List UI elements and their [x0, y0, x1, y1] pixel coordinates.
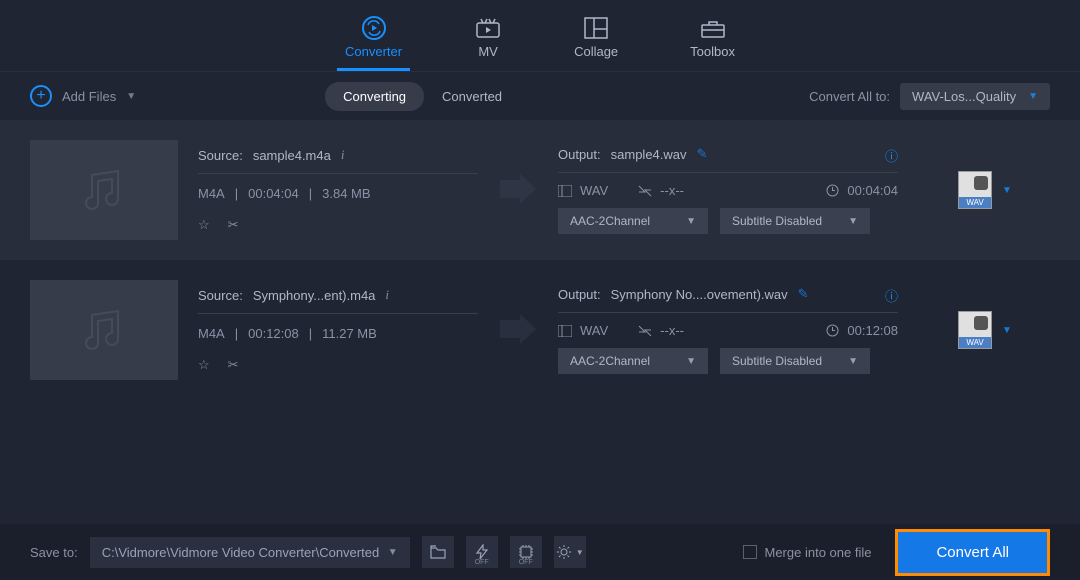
- tab-mv[interactable]: MV: [474, 16, 502, 71]
- tab-label: MV: [478, 44, 498, 59]
- subtab-converted[interactable]: Converted: [424, 82, 520, 111]
- tab-label: Converter: [345, 44, 402, 59]
- output-column: ⓘ Output: sample4.wav ✎ WAV --x-- 00:04:…: [558, 146, 898, 234]
- chevron-down-icon: ▼: [1002, 185, 1012, 196]
- format-select-label: WAV-Los...Quality: [912, 89, 1016, 104]
- merge-checkbox[interactable]: Merge into one file: [743, 545, 872, 560]
- save-to-label: Save to:: [30, 545, 78, 560]
- gpu-button[interactable]: OFF: [510, 536, 542, 568]
- sub-bar: + Add Files ▼ Converting Converted Conve…: [0, 72, 1080, 120]
- output-duration: 00:12:08: [847, 323, 898, 338]
- edit-icon[interactable]: ✎: [798, 286, 809, 302]
- info-icon[interactable]: ⓘ: [885, 286, 898, 305]
- collage-icon: [582, 16, 610, 40]
- convert-all-button[interactable]: Convert All: [895, 529, 1050, 576]
- tab-converter[interactable]: Converter: [345, 16, 402, 71]
- add-files-button[interactable]: + Add Files ▼: [30, 85, 136, 107]
- plus-icon: +: [30, 85, 52, 107]
- output-column: ⓘ Output: Symphony No....ovement).wav ✎ …: [558, 286, 898, 374]
- scissors-icon[interactable]: ✂: [228, 217, 239, 233]
- arrow-icon: [498, 174, 538, 207]
- speed-button[interactable]: OFF: [466, 536, 498, 568]
- file-item: Source: sample4.m4a i M4A| 00:04:04| 3.8…: [0, 120, 1080, 260]
- source-duration: 00:04:04: [248, 186, 299, 201]
- convert-all-to: Convert All to: WAV-Los...Quality ▼: [809, 83, 1050, 110]
- source-column: Source: Symphony...ent).m4a i M4A| 00:12…: [198, 287, 478, 373]
- output-resolution: --x--: [660, 183, 684, 198]
- merge-label: Merge into one file: [765, 545, 872, 560]
- info-icon[interactable]: i: [385, 287, 389, 303]
- info-icon[interactable]: ⓘ: [885, 146, 898, 165]
- edit-icon[interactable]: ✎: [697, 146, 708, 162]
- toolbox-icon: [699, 16, 727, 40]
- source-duration: 00:12:08: [248, 326, 299, 341]
- info-icon[interactable]: i: [341, 147, 345, 163]
- thumbnail[interactable]: [30, 280, 178, 380]
- source-column: Source: sample4.m4a i M4A| 00:04:04| 3.8…: [198, 147, 478, 233]
- file-item: Source: Symphony...ent).m4a i M4A| 00:12…: [0, 260, 1080, 400]
- output-ext: WAV: [580, 183, 608, 198]
- convert-all-to-label: Convert All to:: [809, 89, 890, 104]
- sub-tabs: Converting Converted: [325, 82, 520, 111]
- format-select[interactable]: WAV-Los...Quality ▼: [900, 83, 1050, 110]
- checkbox-icon: [743, 545, 757, 559]
- output-resolution: --x--: [660, 323, 684, 338]
- chevron-down-icon: ▼: [126, 91, 136, 102]
- subtab-converting[interactable]: Converting: [325, 82, 424, 111]
- output-name: sample4.wav: [611, 147, 687, 162]
- settings-button[interactable]: ▼: [554, 536, 586, 568]
- source-label: Source:: [198, 148, 243, 163]
- source-size: 11.27 MB: [322, 326, 377, 341]
- subtitle-select[interactable]: Subtitle Disabled▼: [720, 348, 870, 374]
- file-list: Source: sample4.m4a i M4A| 00:04:04| 3.8…: [0, 120, 1080, 400]
- output-label: Output:: [558, 287, 601, 302]
- top-nav: Converter MV Collage Toolbox: [0, 0, 1080, 72]
- arrow-icon: [498, 314, 538, 347]
- source-ext: M4A: [198, 186, 225, 201]
- tab-label: Collage: [574, 44, 618, 59]
- subtitle-select[interactable]: Subtitle Disabled▼: [720, 208, 870, 234]
- source-name: Symphony...ent).m4a: [253, 288, 376, 303]
- source-size: 3.84 MB: [322, 186, 370, 201]
- source-ext: M4A: [198, 326, 225, 341]
- add-files-label: Add Files: [62, 89, 116, 104]
- chevron-down-icon: ▼: [388, 547, 398, 558]
- output-duration: 00:04:04: [847, 183, 898, 198]
- source-label: Source:: [198, 288, 243, 303]
- mv-icon: [474, 16, 502, 40]
- format-column[interactable]: WAV ▼: [958, 311, 1028, 349]
- converter-icon: [360, 16, 388, 40]
- folder-button[interactable]: [422, 536, 454, 568]
- bottom-bar: Save to: C:\Vidmore\Vidmore Video Conver…: [0, 524, 1080, 580]
- output-name: Symphony No....ovement).wav: [611, 287, 788, 302]
- audio-select[interactable]: AAC-2Channel▼: [558, 348, 708, 374]
- output-ext: WAV: [580, 323, 608, 338]
- audio-select[interactable]: AAC-2Channel▼: [558, 208, 708, 234]
- format-column[interactable]: WAV ▼: [958, 171, 1028, 209]
- tab-collage[interactable]: Collage: [574, 16, 618, 71]
- scissors-icon[interactable]: ✂: [228, 357, 239, 373]
- format-badge: WAV: [958, 171, 992, 209]
- tab-label: Toolbox: [690, 44, 735, 59]
- tab-toolbox[interactable]: Toolbox: [690, 16, 735, 71]
- thumbnail[interactable]: [30, 140, 178, 240]
- star-icon[interactable]: ☆: [198, 217, 210, 233]
- format-badge: WAV: [958, 311, 992, 349]
- output-label: Output:: [558, 147, 601, 162]
- source-name: sample4.m4a: [253, 148, 331, 163]
- chevron-down-icon: ▼: [1028, 91, 1038, 102]
- chevron-down-icon: ▼: [1002, 325, 1012, 336]
- save-path[interactable]: C:\Vidmore\Vidmore Video Converter\Conve…: [90, 537, 410, 568]
- star-icon[interactable]: ☆: [198, 357, 210, 373]
